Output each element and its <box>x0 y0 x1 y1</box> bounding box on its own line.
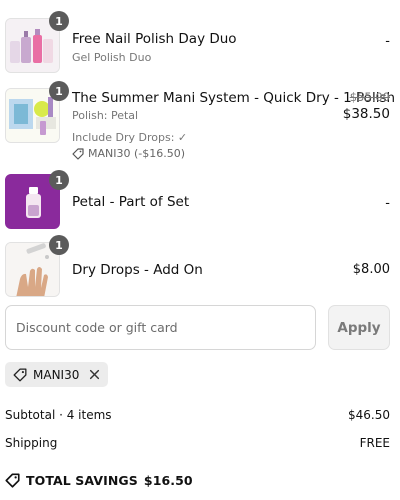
total-savings: TOTAL SAVINGS $16.50 <box>5 473 193 488</box>
subtotal-value: $46.50 <box>348 408 390 422</box>
product-price: $38.50 <box>342 106 390 122</box>
product-name: Petal - Part of Set <box>72 194 190 210</box>
tag-icon <box>72 147 84 160</box>
shipping-row: Shipping FREE <box>5 436 390 450</box>
shipping-value: FREE <box>359 436 390 450</box>
product-name: Dry Drops - Add On <box>72 262 203 278</box>
total-savings-value: $16.50 <box>143 473 193 488</box>
product-name: Free Nail Polish Day Duo <box>72 31 237 47</box>
item-discount-text: MANI30 (-$16.50) <box>88 147 186 160</box>
tag-icon <box>5 473 20 488</box>
subtotal-row: Subtotal · 4 items $46.50 <box>5 408 390 422</box>
applied-discount-code: MANI30 <box>33 367 80 382</box>
apply-button[interactable]: Apply <box>328 305 390 350</box>
applied-discount-chip: MANI30 <box>5 362 109 387</box>
remove-discount-icon[interactable] <box>89 369 100 380</box>
dry-drops-option: Include Dry Drops: ✓ <box>72 131 188 144</box>
quantity-badge: 1 <box>49 11 69 31</box>
product-price: - <box>385 196 390 211</box>
product-variant: Gel Polish Duo <box>72 51 152 64</box>
subtotal-label: Subtotal · 4 items <box>5 408 112 422</box>
product-price: $8.00 <box>352 262 390 277</box>
item-discount: MANI30 (-$16.50) <box>72 147 185 160</box>
line-item: 1 Free Nail Polish Day Duo Gel Polish Du… <box>0 0 400 80</box>
line-item: 1 Petal - Part of Set - <box>0 170 400 238</box>
quantity-badge: 1 <box>49 235 69 255</box>
product-name: The Summer Mani System - Quick Dry - 1 P… <box>72 90 396 106</box>
product-variant: Polish: Petal <box>72 109 139 122</box>
original-price: $55.00 <box>349 90 390 104</box>
quantity-badge: 1 <box>49 170 69 190</box>
total-savings-label: TOTAL SAVINGS <box>26 473 138 488</box>
quantity-badge: 1 <box>49 81 69 101</box>
tag-icon <box>13 368 27 381</box>
shipping-label: Shipping <box>5 436 58 450</box>
discount-code-input[interactable] <box>5 305 316 350</box>
line-item: 1 Dry Drops - Add On $8.00 <box>0 235 400 302</box>
product-price: - <box>385 34 390 49</box>
line-item: 1 The Summer Mani System - Quick Dry - 1… <box>0 80 400 170</box>
